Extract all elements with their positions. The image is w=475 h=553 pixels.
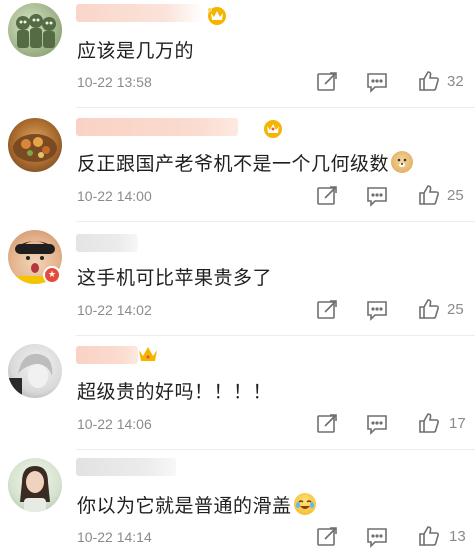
avatar[interactable] [8, 458, 62, 512]
like-icon[interactable] [417, 411, 441, 435]
share-icon[interactable] [315, 412, 339, 436]
username-blurred[interactable] [76, 4, 204, 22]
share-icon[interactable] [315, 525, 339, 549]
crown-badge-icon [206, 5, 228, 25]
avatar[interactable] [8, 344, 62, 398]
comment-item: ★ 这手机可比苹果贵多了 10-22 14:02 25 [0, 222, 475, 335]
comment-item: 你以为它就是普通的滑盖 10-22 14:14 13 [0, 450, 475, 548]
crown-badge-icon [137, 344, 159, 364]
avatar[interactable] [8, 3, 62, 57]
like-count: 13 [449, 528, 466, 545]
share-icon[interactable] [315, 70, 339, 94]
comment-item: 超级贵的好吗！！！！ 10-22 14:06 17 [0, 336, 475, 449]
comment-icon[interactable] [365, 70, 389, 94]
comment-time: 10-22 14:14 [77, 529, 152, 545]
verified-badge-icon: ★ [43, 266, 61, 284]
comment-item: 应该是几万的 10-22 13:58 32 [0, 0, 475, 108]
avatar[interactable] [8, 118, 62, 172]
comment-icon[interactable] [365, 412, 389, 436]
comment-time: 10-22 14:06 [77, 416, 152, 432]
like-count: 32 [447, 73, 464, 90]
like-count: 17 [449, 415, 466, 432]
comment-text: 你以为它就是普通的滑盖 [77, 491, 316, 518]
comment-text: 这手机可比苹果贵多了 [77, 267, 273, 289]
comment-time: 10-22 14:00 [77, 188, 152, 204]
comment-icon[interactable] [365, 298, 389, 322]
comment-text: 应该是几万的 [77, 40, 195, 62]
like-count: 25 [447, 301, 464, 318]
share-icon[interactable] [315, 298, 339, 322]
username-blurred[interactable] [76, 234, 138, 252]
comment-text: 反正跟国产老爷机不是一个几何级数 [77, 149, 414, 176]
username-blurred[interactable] [76, 118, 238, 136]
doge-emoji-icon [391, 151, 414, 173]
comment-time: 10-22 13:58 [77, 74, 152, 90]
comment-icon[interactable] [365, 525, 389, 549]
like-icon[interactable] [417, 69, 441, 93]
share-icon[interactable] [315, 184, 339, 208]
username-blurred[interactable] [76, 346, 138, 364]
comment-item: 反正跟国产老爷机不是一个几何级数 10-22 14:00 25 [0, 108, 475, 221]
comment-time: 10-22 14:02 [77, 302, 152, 318]
like-icon[interactable] [417, 297, 441, 321]
comment-text: 超级贵的好吗！！！！ [77, 381, 273, 403]
crown-badge-icon [262, 118, 284, 138]
like-count: 25 [447, 187, 464, 204]
username-blurred[interactable] [76, 458, 176, 476]
laugh-cry-emoji-icon [293, 493, 316, 515]
comment-icon[interactable] [365, 184, 389, 208]
like-icon[interactable] [417, 183, 441, 207]
like-icon[interactable] [417, 524, 441, 548]
